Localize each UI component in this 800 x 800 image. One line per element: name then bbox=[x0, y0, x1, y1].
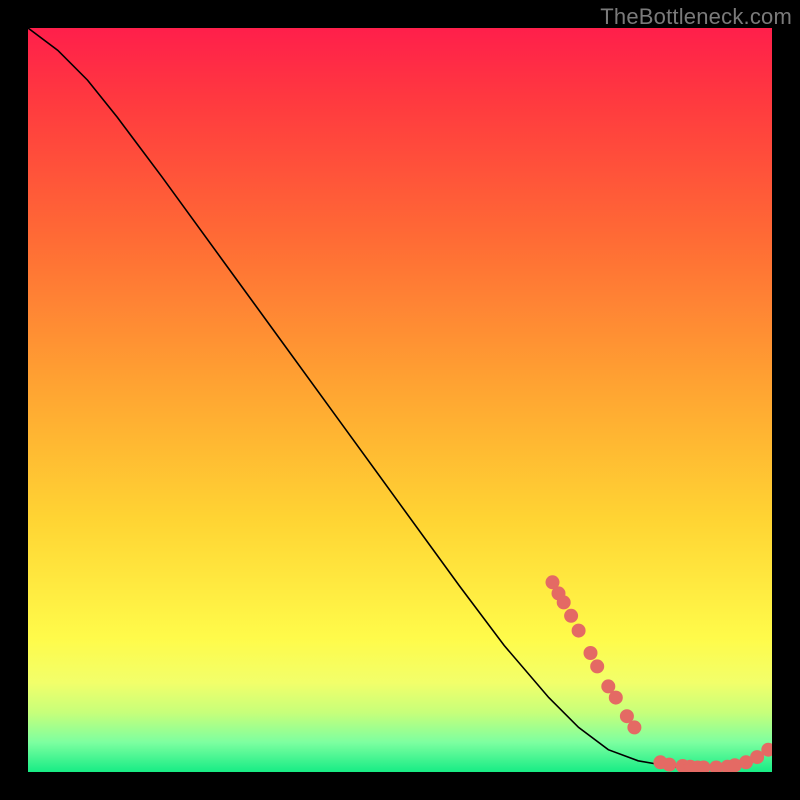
curve-marker bbox=[602, 680, 615, 693]
curve-marker bbox=[663, 758, 676, 771]
curve-marker bbox=[557, 596, 570, 609]
curve-marker bbox=[565, 609, 578, 622]
curve-marker bbox=[751, 751, 764, 764]
curve-svg bbox=[28, 28, 772, 772]
curve-marker bbox=[591, 660, 604, 673]
plot-area bbox=[28, 28, 772, 772]
chart-frame: TheBottleneck.com bbox=[0, 0, 800, 800]
curve-marker bbox=[762, 743, 772, 756]
marker-group bbox=[546, 576, 772, 772]
curve-marker bbox=[620, 710, 633, 723]
curve-marker bbox=[584, 647, 597, 660]
curve-marker bbox=[572, 624, 585, 637]
watermark-text: TheBottleneck.com bbox=[600, 4, 792, 30]
curve-marker bbox=[628, 721, 641, 734]
bottleneck-curve-path bbox=[28, 28, 772, 768]
curve-marker bbox=[697, 761, 710, 772]
curve-marker bbox=[609, 691, 622, 704]
